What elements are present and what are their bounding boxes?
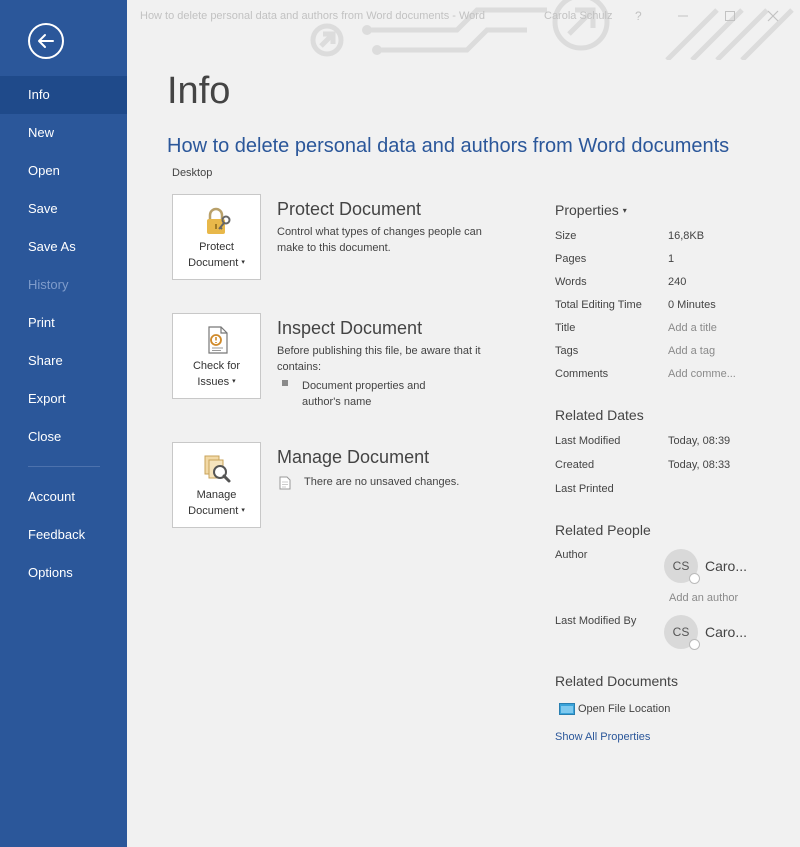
last-modified-label: Last Modified [555,435,621,447]
dropdown-caret-icon: ▾ [241,259,245,266]
title-input[interactable]: Add a title [668,322,717,334]
minimize-icon[interactable] [675,8,691,24]
document-inspect-icon [208,326,228,354]
back-button[interactable] [28,23,64,59]
maximize-icon[interactable] [722,8,738,24]
nav-options[interactable]: Options [0,554,127,592]
tags-input[interactable]: Add a tag [668,345,715,357]
help-button[interactable]: ? [635,9,642,23]
tags-label: Tags [555,345,579,357]
manage-document-title: Manage Document [277,447,430,467]
window-title: How to delete personal data and authors … [140,10,486,22]
related-dates-heading: Related Dates [555,407,644,423]
inspect-bullet-text: Document properties and author's name [302,380,426,408]
manage-document-button[interactable]: Manage Document ▾ [172,442,261,528]
dropdown-caret-icon: ▾ [622,206,627,215]
arrow-left-icon [38,34,54,48]
nav-close[interactable]: Close [0,418,127,456]
inspect-document-title: Inspect Document [277,318,423,338]
author-name[interactable]: Caro... [705,558,747,574]
size-label: Size [555,230,577,242]
manage-document-label: Manage Document ▾ [188,489,245,517]
open-file-location-link[interactable]: Open File Location [578,703,670,715]
bullet-square-icon [282,380,288,386]
nav-account[interactable]: Account [0,478,127,516]
nav-open[interactable]: Open [0,152,127,190]
last-modified-value: Today, 08:39 [668,435,731,447]
protect-document-title: Protect Document [277,199,422,219]
comments-label: Comments [555,368,609,380]
properties-dropdown[interactable]: Properties ▾ [555,202,627,218]
backstage-sidebar: Info New Open Save Save As History Print… [0,0,127,847]
editing-time-label: Total Editing Time [555,299,642,311]
editing-time-value: 0 Minutes [668,299,716,311]
nav-export[interactable]: Export [0,380,127,418]
title-label: Title [555,322,576,334]
lock-key-icon [207,207,231,234]
last-modified-by-label: Last Modified By [555,615,637,627]
pages-value: 1 [668,253,675,265]
words-value: 240 [668,276,687,288]
add-author-link[interactable]: Add an author [669,592,738,604]
last-printed-label: Last Printed [555,483,614,495]
presence-status-icon [689,639,700,650]
protect-document-label: Protect Document ▾ [188,241,245,269]
document-icon [279,476,291,490]
folder-icon [559,703,575,715]
signed-in-user[interactable]: Carola Schulz [544,10,612,22]
unsaved-changes-status: There are no unsaved changes. [304,476,460,488]
nav-feedback[interactable]: Feedback [0,516,127,554]
comments-input[interactable]: Add comme... [668,368,736,380]
inspect-document-description: Before publishing this file, be aware th… [277,345,481,373]
nav-new[interactable]: New [0,114,127,152]
dropdown-caret-icon: ▾ [241,507,245,514]
created-label: Created [555,459,595,471]
presence-status-icon [689,573,700,584]
document-title: How to delete personal data and authors … [167,135,730,157]
modified-by-name[interactable]: Caro... [705,624,747,640]
check-for-issues-label: Check for Issues ▾ [192,360,241,388]
words-label: Words [555,276,587,288]
page-title: Info [167,70,231,112]
sidebar-divider [28,466,100,467]
pages-label: Pages [555,253,587,265]
nav-info[interactable]: Info [0,76,127,114]
size-value: 16,8KB [668,230,705,242]
created-value: Today, 08:33 [668,459,731,471]
protect-document-button[interactable]: Protect Document ▾ [172,194,261,280]
author-label: Author [555,549,588,561]
nav-print[interactable]: Print [0,304,127,342]
title-bar: How to delete personal data and authors … [127,0,800,34]
related-people-heading: Related People [555,522,651,538]
check-for-issues-button[interactable]: Check for Issues ▾ [172,313,261,399]
close-window-icon[interactable] [765,8,781,24]
nav-share[interactable]: Share [0,342,127,380]
dropdown-caret-icon: ▾ [232,378,236,385]
related-documents-heading: Related Documents [555,673,678,689]
protect-document-description: Control what types of changes people can… [277,226,482,254]
document-location[interactable]: Desktop [172,167,212,179]
documents-search-icon [204,455,231,483]
nav-save[interactable]: Save [0,190,127,228]
nav-history: History [28,277,69,292]
nav-save-as[interactable]: Save As [0,228,127,266]
show-all-properties-link[interactable]: Show All Properties [555,731,650,743]
